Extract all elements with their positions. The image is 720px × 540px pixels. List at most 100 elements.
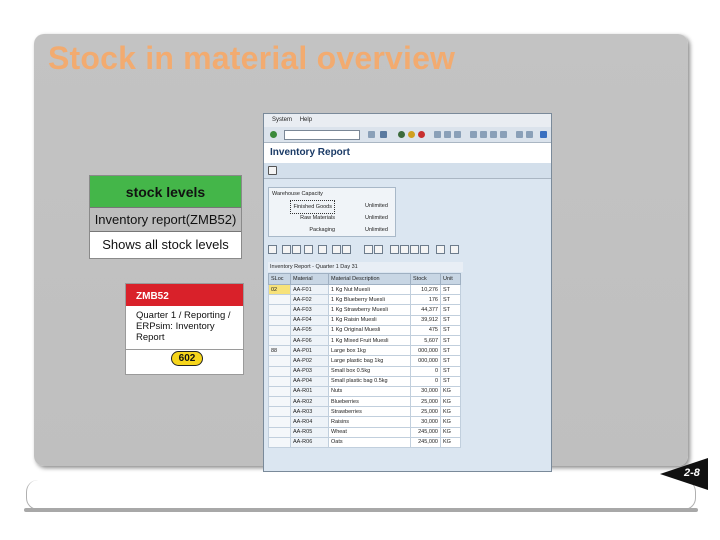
- table-row[interactable]: AA-F06 1 Kg Mixed Fruit Muesli 5,607 ST: [268, 334, 461, 347]
- cell-sloc[interactable]: 02: [268, 283, 291, 296]
- cell-sloc[interactable]: [268, 396, 291, 408]
- table-row[interactable]: AA-F04 1 Kg Raisin Muesli 39,912 ST: [268, 314, 461, 326]
- cell-unit[interactable]: ST: [440, 355, 461, 367]
- cell-description[interactable]: Strawberries: [328, 406, 411, 418]
- table-row[interactable]: AA-R06 Oats 245,000 KG: [268, 436, 461, 449]
- cell-material[interactable]: AA-R05: [290, 426, 329, 438]
- new-session-icon[interactable]: [516, 131, 523, 138]
- cell-stock[interactable]: 44,377: [410, 304, 441, 316]
- graphic-icon[interactable]: [436, 245, 445, 254]
- column-header-description[interactable]: Material Description: [328, 273, 411, 285]
- table-row[interactable]: AA-P03 Small box 0.5kg 0 ST: [268, 365, 461, 377]
- cell-unit[interactable]: KG: [440, 436, 461, 449]
- menu-system[interactable]: System: [272, 117, 292, 123]
- find-icon[interactable]: [444, 131, 451, 138]
- table-row[interactable]: AA-R01 Nuts 30,000 KG: [268, 385, 461, 398]
- cell-description[interactable]: Small box 0.5kg: [328, 365, 411, 377]
- select-layout-icon[interactable]: [410, 245, 419, 254]
- cell-description[interactable]: Raisins: [328, 416, 411, 428]
- column-header-unit[interactable]: Unit: [440, 273, 461, 285]
- cell-sloc[interactable]: [268, 426, 291, 438]
- help-icon[interactable]: [540, 131, 547, 138]
- cell-unit[interactable]: KG: [440, 385, 461, 398]
- cell-material[interactable]: AA-F03: [290, 304, 329, 316]
- cell-unit[interactable]: KG: [440, 406, 461, 418]
- print-icon[interactable]: [434, 131, 441, 138]
- filter-icon[interactable]: [318, 245, 327, 254]
- column-header-stock[interactable]: Stock: [410, 273, 441, 285]
- cell-unit[interactable]: ST: [440, 345, 461, 357]
- views-icon[interactable]: [390, 245, 399, 254]
- first-page-icon[interactable]: [470, 131, 477, 138]
- cell-unit[interactable]: ST: [440, 283, 461, 296]
- cell-description[interactable]: Nuts: [328, 385, 411, 398]
- cell-stock[interactable]: 000,000: [410, 355, 441, 367]
- table-row[interactable]: AA-R03 Strawberries 25,000 KG: [268, 406, 461, 418]
- table-row[interactable]: AA-R05 Wheat 245,000 KG: [268, 426, 461, 438]
- print-preview-icon[interactable]: [364, 245, 373, 254]
- cell-description[interactable]: 1 Kg Nut Muesli: [328, 283, 411, 296]
- back-icon[interactable]: [398, 131, 405, 138]
- cell-material[interactable]: AA-P01: [290, 345, 329, 357]
- cell-sloc[interactable]: [268, 304, 291, 316]
- cell-unit[interactable]: ST: [440, 304, 461, 316]
- cell-sloc[interactable]: [268, 406, 291, 418]
- cell-stock[interactable]: 25,000: [410, 396, 441, 408]
- cell-description[interactable]: Small plastic bag 0.5kg: [328, 375, 411, 387]
- cell-description[interactable]: Blueberries: [328, 396, 411, 408]
- cell-unit[interactable]: ST: [440, 334, 461, 347]
- save-layout-icon[interactable]: [420, 245, 429, 254]
- cell-description[interactable]: Large box 1kg: [328, 345, 411, 357]
- menu-help[interactable]: Help: [300, 117, 312, 123]
- cell-sloc[interactable]: [268, 436, 291, 449]
- cell-material[interactable]: AA-R02: [290, 396, 329, 408]
- cell-sloc[interactable]: 88: [268, 345, 291, 357]
- command-field[interactable]: [284, 130, 360, 140]
- table-row[interactable]: AA-P04 Small plastic bag 0.5kg 0 ST: [268, 375, 461, 387]
- cell-stock[interactable]: 30,000: [410, 416, 441, 428]
- cell-stock[interactable]: 0: [410, 365, 441, 377]
- info-icon[interactable]: [450, 245, 459, 254]
- find-icon[interactable]: [304, 245, 313, 254]
- cell-sloc[interactable]: [268, 365, 291, 377]
- dropdown-icon[interactable]: [368, 131, 375, 138]
- cell-material[interactable]: AA-P02: [290, 355, 329, 367]
- cell-material[interactable]: AA-P04: [290, 375, 329, 387]
- cell-material[interactable]: AA-F01: [290, 283, 329, 296]
- cell-sloc[interactable]: [268, 334, 291, 347]
- table-row[interactable]: 02 AA-F01 1 Kg Nut Muesli 10,276 ST: [268, 283, 461, 296]
- next-page-icon[interactable]: [490, 131, 497, 138]
- cell-sloc[interactable]: [268, 324, 291, 336]
- layout-icon[interactable]: [400, 245, 409, 254]
- save-icon[interactable]: [380, 131, 387, 138]
- table-row[interactable]: AA-F02 1 Kg Blueberry Muesli 176 ST: [268, 294, 461, 306]
- cancel-icon[interactable]: [418, 131, 425, 138]
- column-header-sloc[interactable]: SLoc: [268, 273, 291, 285]
- cell-material[interactable]: AA-F04: [290, 314, 329, 326]
- cell-description[interactable]: Large plastic bag 1kg: [328, 355, 411, 367]
- cell-stock[interactable]: 000,000: [410, 345, 441, 357]
- cell-sloc[interactable]: [268, 294, 291, 306]
- cell-unit[interactable]: KG: [440, 396, 461, 408]
- table-row[interactable]: AA-R04 Raisins 30,000 KG: [268, 416, 461, 428]
- subtotal-icon[interactable]: [342, 245, 351, 254]
- cell-sloc[interactable]: [268, 375, 291, 387]
- cell-unit[interactable]: ST: [440, 314, 461, 326]
- cell-sloc[interactable]: [268, 416, 291, 428]
- cell-description[interactable]: 1 Kg Original Muesli: [328, 324, 411, 336]
- cell-material[interactable]: AA-R04: [290, 416, 329, 428]
- export-icon[interactable]: [374, 245, 383, 254]
- cell-material[interactable]: AA-P03: [290, 365, 329, 377]
- cell-unit[interactable]: ST: [440, 294, 461, 306]
- cell-unit[interactable]: ST: [440, 324, 461, 336]
- cell-unit[interactable]: ST: [440, 365, 461, 377]
- cell-description[interactable]: Wheat: [328, 426, 411, 438]
- cell-unit[interactable]: KG: [440, 426, 461, 438]
- cell-description[interactable]: 1 Kg Blueberry Muesli: [328, 294, 411, 306]
- last-page-icon[interactable]: [500, 131, 507, 138]
- cell-material[interactable]: AA-F06: [290, 334, 329, 347]
- cell-stock[interactable]: 245,000: [410, 436, 441, 449]
- cell-stock[interactable]: 10,276: [410, 283, 441, 296]
- details-icon[interactable]: [268, 245, 277, 254]
- table-row[interactable]: AA-R02 Blueberries 25,000 KG: [268, 396, 461, 408]
